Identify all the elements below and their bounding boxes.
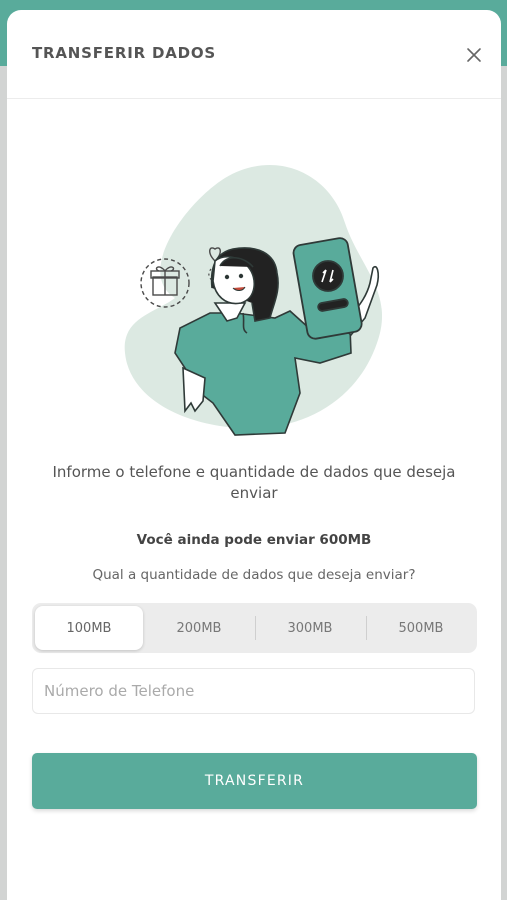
amount-option-500mb[interactable]: 500MB bbox=[367, 606, 475, 650]
amount-option-200mb[interactable]: 200MB bbox=[145, 606, 253, 650]
transfer-illustration bbox=[115, 153, 405, 442]
amount-option-300mb[interactable]: 300MB bbox=[256, 606, 364, 650]
amount-option-100mb[interactable]: 100MB bbox=[35, 606, 143, 650]
remaining-data-text: Você ainda pode enviar 600MB bbox=[136, 532, 372, 548]
phone-number-input[interactable] bbox=[32, 668, 475, 714]
modal-header: TRANSFERIR DADOS bbox=[7, 10, 501, 99]
transfer-data-modal: TRANSFERIR DADOS Informe o telefone e qu… bbox=[7, 10, 501, 900]
close-button[interactable] bbox=[464, 45, 484, 65]
amount-question: Qual a quantidade de dados que deseja en… bbox=[92, 567, 416, 583]
modal-title: TRANSFERIR DADOS bbox=[32, 44, 217, 62]
amount-selector: 100MB 200MB 300MB 500MB bbox=[32, 603, 477, 653]
close-icon bbox=[467, 48, 481, 62]
transfer-button[interactable]: TRANSFERIR bbox=[32, 753, 477, 809]
instruction-heading: Informe o telefone e quantidade de dados… bbox=[52, 463, 456, 502]
header-spacer bbox=[7, 99, 501, 157]
